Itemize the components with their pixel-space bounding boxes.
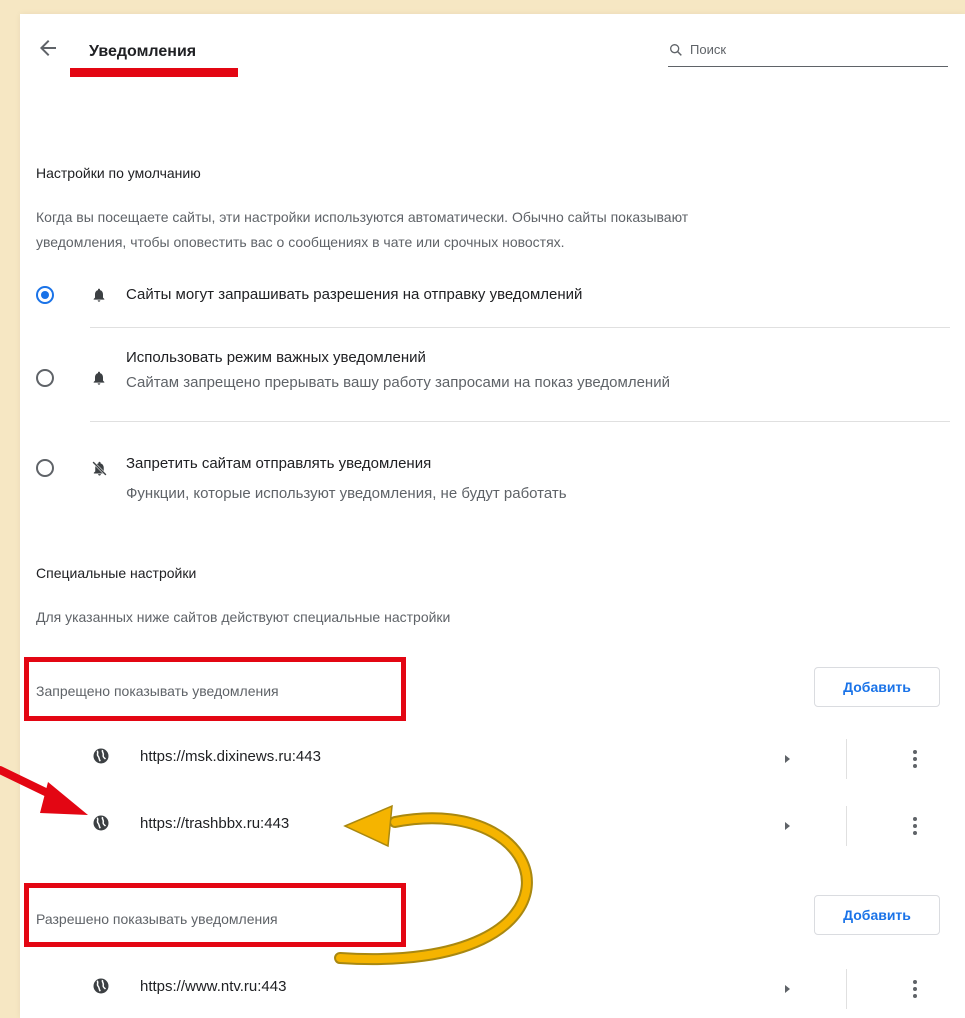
option-title: Запретить сайтам отправлять уведомления: [126, 455, 432, 472]
more-vert-icon[interactable]: [910, 979, 920, 999]
search-field[interactable]: Поиск: [668, 38, 948, 67]
divider: [90, 421, 950, 422]
search-input[interactable]: Поиск: [690, 42, 726, 57]
blocked-label-highlight-box: [24, 657, 406, 721]
title-underline-annotation: [70, 68, 238, 77]
site-url[interactable]: https://trashbbx.ru:443: [140, 815, 289, 832]
search-icon: [670, 44, 682, 56]
separator: [846, 806, 847, 846]
bell-off-icon: [92, 461, 107, 476]
allowed-label-highlight-box: [24, 883, 406, 947]
triangle-right-icon[interactable]: [782, 984, 792, 994]
add-allowed-button[interactable]: Добавить: [814, 895, 940, 935]
globe-icon: [93, 748, 109, 764]
radio-unselected[interactable]: [36, 369, 54, 387]
site-url[interactable]: https://www.ntv.ru:443: [140, 978, 286, 995]
custom-description: Для указанных ниже сайтов действуют спец…: [36, 609, 451, 625]
globe-icon: [93, 815, 109, 831]
back-arrow-icon[interactable]: [36, 36, 60, 60]
option-title: Использовать режим важных уведомлений: [126, 349, 426, 366]
globe-icon: [93, 978, 109, 994]
radio-unselected[interactable]: [36, 459, 54, 477]
bell-icon: [93, 371, 105, 385]
option-title: Сайты могут запрашивать разрешения на от…: [126, 286, 583, 303]
custom-heading: Специальные настройки: [36, 565, 197, 581]
radio-selected[interactable]: [36, 286, 54, 304]
defaults-description: Когда вы посещаете сайты, эти настройки …: [36, 205, 956, 255]
site-row[interactable]: https://trashbbx.ru:443: [20, 804, 965, 848]
site-url[interactable]: https://msk.dixinews.ru:443: [140, 748, 321, 765]
option-allow-requests[interactable]: Сайты могут запрашивать разрешения на от…: [20, 280, 965, 328]
site-row[interactable]: https://www.ntv.ru:443: [20, 967, 965, 1011]
option-block-all[interactable]: Запретить сайтам отправлять уведомления …: [20, 439, 965, 509]
defaults-description-line1: Когда вы посещаете сайты, эти настройки …: [36, 209, 689, 225]
add-blocked-button[interactable]: Добавить: [814, 667, 940, 707]
settings-panel: Уведомления Поиск Настройки по умолчанию…: [20, 14, 965, 1018]
bell-icon: [93, 288, 105, 302]
page-title: Уведомления: [89, 43, 197, 60]
more-vert-icon[interactable]: [910, 816, 920, 836]
option-subtitle: Сайтам запрещено прерывать вашу работу з…: [126, 374, 670, 391]
defaults-description-line2: уведомления, чтобы оповестить вас о сооб…: [36, 234, 565, 250]
option-quiet-mode[interactable]: Использовать режим важных уведомлений Са…: [20, 344, 965, 414]
separator: [846, 739, 847, 779]
divider: [90, 327, 950, 328]
triangle-right-icon[interactable]: [782, 754, 792, 764]
more-vert-icon[interactable]: [910, 749, 920, 769]
site-row[interactable]: https://msk.dixinews.ru:443: [20, 737, 965, 781]
separator: [846, 969, 847, 1009]
defaults-heading: Настройки по умолчанию: [36, 165, 201, 181]
option-subtitle: Функции, которые используют уведомления,…: [126, 485, 567, 502]
triangle-right-icon[interactable]: [782, 821, 792, 831]
